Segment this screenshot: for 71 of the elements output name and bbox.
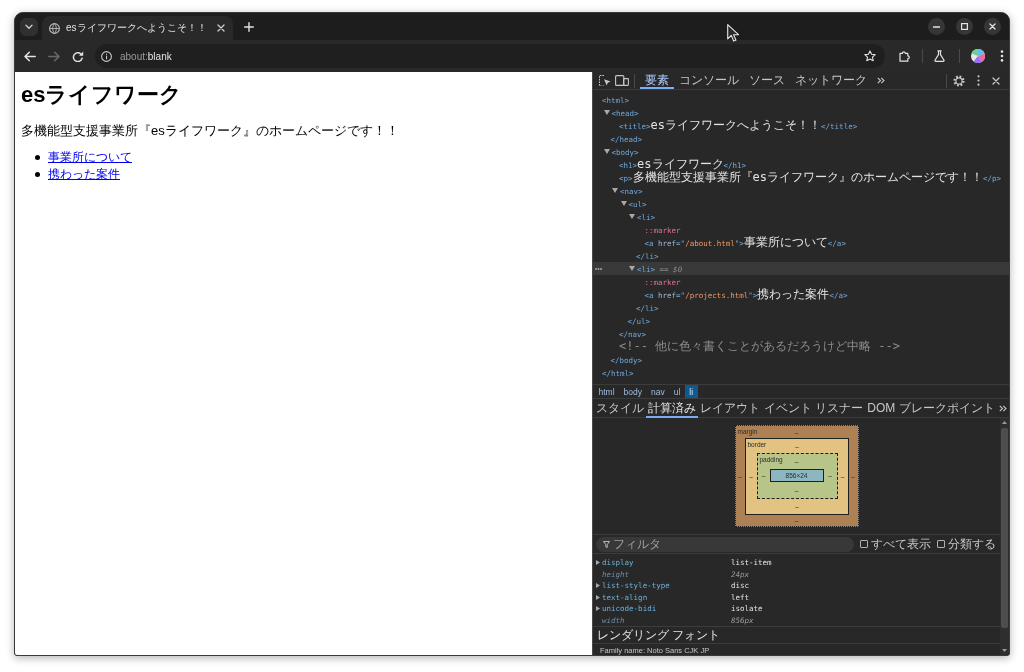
back-arrow-icon[interactable] [24,50,36,62]
down-triangle-icon[interactable] [1002,649,1007,652]
info-icon[interactable] [101,50,112,62]
devices-icon[interactable] [615,75,629,86]
right-triangle-icon[interactable] [596,560,600,566]
breadcrumb[interactable]: ul [669,385,685,398]
checkbox[interactable] [937,540,945,548]
dom-tree-row[interactable]: <!-- 他に色々書くことがあるだろうけど中略 --> [593,340,1009,353]
flask-icon[interactable] [934,50,945,62]
panel-tab[interactable]: ソース [744,72,790,89]
inspect-icon[interactable] [599,75,611,86]
right-triangle-icon[interactable] [596,606,600,612]
pane-tab[interactable]: イベント リスナー [762,398,866,418]
ellipsis-icon[interactable] [595,267,602,270]
breadcrumb[interactable]: li [684,385,698,398]
close-window-button[interactable] [984,18,1001,35]
filter-field[interactable]: フィルタ [596,536,854,552]
avatar-icon[interactable] [971,49,985,63]
star-icon[interactable] [864,50,876,62]
down-triangle-icon[interactable] [603,149,610,154]
reload-icon[interactable] [72,50,84,62]
pane-tab[interactable]: レイアウト [698,398,762,418]
checkbox-label: 分類する [948,537,996,551]
down-triangle-icon[interactable] [603,110,610,115]
section-title: レンダリング フォント [593,626,1000,644]
puzzle-piece-icon[interactable] [899,50,911,62]
scrollbar-thumb[interactable] [1001,428,1008,628]
breadcrumb[interactable]: body [619,385,647,398]
plus-icon[interactable] [243,21,254,32]
settings-icon[interactable] [953,74,965,87]
down-triangle-icon[interactable] [620,201,627,206]
double-chevron-icon[interactable] [998,404,1007,412]
breadcrumb[interactable]: html [594,385,620,398]
right-triangle-icon[interactable] [596,594,600,600]
more-options-icon[interactable] [1000,50,1004,62]
panel-tab[interactable]: 要素 [640,72,674,89]
browser-tab[interactable]: esライフワークへようこそ！！ [42,16,233,40]
pane-tab[interactable]: スタイル [594,398,646,418]
pane-tab[interactable]: 計算済み [646,398,698,418]
filter-icon [603,540,610,548]
maximize-icon [961,23,968,30]
right-triangle-icon[interactable] [596,583,600,589]
panel-tab[interactable]: コンソール [674,72,744,89]
tab-search-button[interactable] [20,17,38,36]
bullet-icon [35,155,40,160]
close-icon [989,23,996,30]
nav-link[interactable]: 事業所について [48,150,132,165]
close-icon[interactable] [992,76,1000,85]
globe-icon [49,22,60,34]
close-icon[interactable] [216,24,225,32]
bullet-icon [35,172,40,177]
minimize-icon [933,25,940,28]
checkbox[interactable] [860,540,868,548]
down-triangle-icon[interactable] [612,188,618,193]
down-triangle-icon[interactable] [629,214,635,219]
down-triangle-icon[interactable] [629,266,635,271]
up-triangle-icon[interactable] [1002,421,1007,424]
breadcrumb[interactable]: nav [646,385,670,398]
double-chevron-icon[interactable] [877,77,885,84]
more-options-icon[interactable] [977,75,980,86]
panel-tab[interactable]: ネットワーク [790,72,872,89]
maximize-button[interactable] [956,18,973,35]
caret-down-icon [25,23,33,30]
scrollbar[interactable] [1000,418,1009,655]
address-bar[interactable]: about:blank [95,44,885,68]
nav-link[interactable]: 携わった案件 [48,167,120,182]
checkbox-label: すべて表示 [871,537,931,551]
page-heading: esライフワーク [21,81,184,109]
page-paragraph: 多機能型支援事業所『esライフワーク』のホームページです！！ [21,122,400,139]
minimize-button[interactable] [928,18,945,35]
pane-tab[interactable]: DOM ブレークポイント [865,398,997,418]
